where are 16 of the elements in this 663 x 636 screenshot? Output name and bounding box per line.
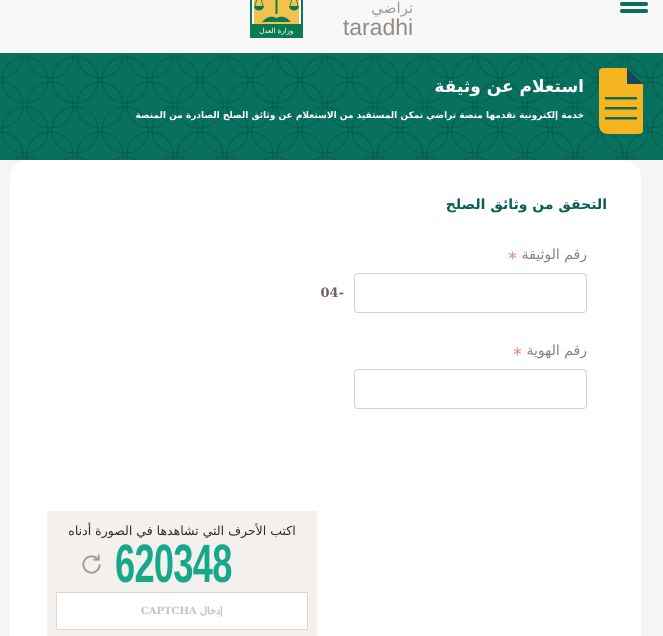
captcha-code: 620348 [115, 541, 232, 587]
logo-wordmark-latin: taradhi [342, 16, 414, 38]
banner-title: استعلام عن وثيقة [433, 76, 584, 99]
captcha-input[interactable]: إدخال CAPTCHA [56, 592, 308, 630]
logo-wordmark-arabic: تراضي [371, 1, 414, 16]
input-field[interactable] [354, 369, 587, 409]
refresh-icon[interactable] [80, 552, 103, 576]
captcha-instruction: اكتب الأحرف التي تشاهدها في الصورة أدناه [67, 522, 297, 540]
field-label: رقم الوثيقة [522, 246, 587, 265]
form-title: التحقق من وثائق الصلح [446, 196, 607, 215]
document-icon [599, 68, 643, 134]
banner-subtitle: خدمة إلكترونية تقدمها منصة تراضي تمكن المستفيد من الاستعلام عن وثائق الصلح الصادرة من المنصة [135, 110, 584, 123]
menu-button[interactable] [620, 2, 648, 13]
field-label: رقم الهوية [526, 342, 587, 361]
prefix-label: 04- [320, 286, 344, 300]
input-field[interactable] [354, 273, 587, 313]
